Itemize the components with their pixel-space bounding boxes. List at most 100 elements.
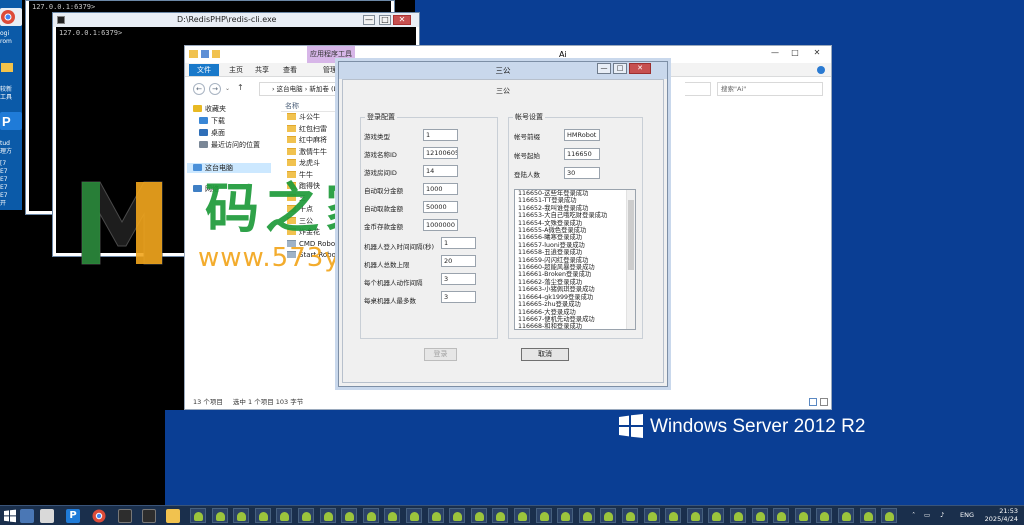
nav-recent[interactable]: 最近访问的位置 — [199, 140, 260, 150]
robot-app-taskbar-icon[interactable] — [514, 508, 530, 523]
log-line[interactable]: 116664-gk1999登录成功 — [515, 294, 635, 301]
robot-app-taskbar-icon[interactable] — [341, 508, 358, 523]
details-view-icon[interactable] — [809, 398, 817, 406]
up-arrow-icon[interactable]: ↑ — [237, 83, 244, 92]
robot-app-taskbar-icon[interactable] — [816, 508, 833, 523]
robot-app-taskbar-icon[interactable] — [254, 508, 271, 523]
nav-desktop[interactable]: 桌面 — [199, 128, 225, 138]
tab-file[interactable]: 文件 — [189, 64, 219, 76]
robot-app-taskbar-icon[interactable] — [686, 508, 703, 523]
back-arrow-icon[interactable]: ← — [193, 83, 205, 95]
robot-app-taskbar-icon[interactable] — [859, 508, 876, 523]
nav-favorites[interactable]: 收藏夹 — [193, 104, 226, 114]
search-input[interactable]: 搜索"Ai" — [717, 82, 823, 96]
robot-app-taskbar-icon[interactable] — [643, 508, 660, 523]
address-refresh[interactable] — [685, 82, 711, 96]
nav-this-pc[interactable]: 这台电脑 — [187, 163, 271, 173]
robot-app-taskbar-icon[interactable] — [773, 508, 790, 523]
quick-access-icon[interactable] — [201, 50, 209, 58]
cmd-taskbar-icon[interactable] — [142, 509, 156, 523]
robot-app-taskbar-icon[interactable] — [233, 508, 250, 523]
robot-app-taskbar-icon[interactable] — [384, 508, 401, 523]
log-line[interactable]: 116658-丑逍登录成功 — [515, 249, 635, 256]
robot-app-taskbar-icon[interactable] — [276, 508, 293, 523]
cancel-button[interactable]: 取消 — [521, 348, 569, 361]
log-scrollbar[interactable] — [626, 190, 635, 329]
robot-app-taskbar-icon[interactable] — [665, 508, 682, 523]
p-app-icon[interactable]: P — [66, 509, 80, 523]
log-line[interactable]: 116654-文殊登录成功 — [515, 220, 635, 227]
account-start-input[interactable]: 116650 — [564, 148, 600, 160]
tray-chevron-icon[interactable]: ˄ — [912, 511, 915, 519]
close-button[interactable]: ✕ — [629, 63, 651, 74]
robot-app-taskbar-icon[interactable] — [751, 508, 768, 523]
game-type-input[interactable]: 1 — [423, 129, 458, 141]
chrome-icon[interactable] — [0, 8, 22, 26]
robot-app-taskbar-icon[interactable] — [298, 508, 314, 523]
robot-app-taskbar-icon[interactable] — [362, 508, 379, 523]
gold-deposit-input[interactable]: 1000000 — [423, 219, 458, 231]
maximize-button[interactable]: □ — [613, 63, 627, 74]
scrollbar-thumb[interactable] — [628, 200, 634, 270]
robot-app-taskbar-icon[interactable] — [557, 508, 574, 523]
tab-manage[interactable]: 管理 — [323, 64, 337, 76]
robot-app-taskbar-icon[interactable] — [190, 508, 206, 523]
address-path[interactable]: › 这台电脑 › 新加卷 (D:) — [259, 82, 343, 96]
log-line[interactable]: 116659-闪闪红登录成功 — [515, 257, 635, 264]
robot-app-taskbar-icon[interactable] — [600, 508, 617, 523]
robots-per-table-input[interactable]: 3 — [441, 291, 476, 303]
language-indicator[interactable]: ENG — [960, 511, 974, 519]
file-explorer-icon[interactable] — [166, 509, 180, 523]
auto-withdraw-score-input[interactable]: 1000 — [423, 183, 458, 195]
robot-app-taskbar-icon[interactable] — [319, 508, 336, 523]
log-line[interactable]: 116663-小猪佩琪登录成功 — [515, 286, 635, 293]
forward-arrow-icon[interactable]: → — [209, 83, 221, 95]
account-prefix-input[interactable]: HMRobot — [564, 129, 600, 141]
robot-app-taskbar-icon[interactable] — [730, 508, 746, 523]
log-line[interactable]: 116668-和和登录成功 — [515, 323, 635, 329]
game-name-id-input[interactable]: 12100605 — [423, 147, 458, 159]
tab-home[interactable]: 主页 — [229, 64, 243, 76]
close-button[interactable]: ✕ — [807, 46, 827, 60]
minimize-button[interactable]: — — [597, 63, 611, 74]
log-line[interactable]: 116651-TT登录成功 — [515, 197, 635, 204]
game-room-id-input[interactable]: 14 — [423, 165, 458, 177]
cmd-taskbar-icon[interactable] — [118, 509, 132, 523]
large-icons-view-icon[interactable] — [820, 398, 828, 406]
help-icon[interactable] — [817, 66, 825, 74]
robot-max-input[interactable]: 20 — [441, 255, 476, 267]
robot-app-taskbar-icon[interactable] — [578, 508, 595, 523]
robot-app-taskbar-icon[interactable] — [535, 508, 552, 523]
robot-app-taskbar-icon[interactable] — [492, 508, 509, 523]
close-button[interactable]: ✕ — [393, 15, 411, 25]
powershell-icon[interactable] — [40, 509, 54, 523]
robot-app-taskbar-icon[interactable] — [708, 508, 725, 523]
folder-icon[interactable] — [0, 58, 22, 76]
tab-share[interactable]: 共享 — [255, 64, 269, 76]
minimize-button[interactable]: — — [363, 15, 375, 25]
robot-app-taskbar-icon[interactable] — [794, 508, 811, 523]
redis-cli-titlebar[interactable]: D:\RedisPHP\redis-cli.exe — □ ✕ — [53, 13, 419, 27]
log-line[interactable]: 116656-曦寒登录成功 — [515, 234, 635, 241]
robot-app-taskbar-icon[interactable] — [838, 508, 854, 523]
server-manager-icon[interactable] — [20, 509, 34, 523]
action-interval-input[interactable]: 3 — [441, 273, 476, 285]
robot-app-taskbar-icon[interactable] — [622, 508, 638, 523]
login-interval-input[interactable]: 1 — [441, 237, 476, 249]
log-line[interactable]: 116661-Broken登录成功 — [515, 271, 635, 278]
log-line[interactable]: 116666-大登录成功 — [515, 309, 635, 316]
robot-app-taskbar-icon[interactable] — [470, 508, 487, 523]
maximize-button[interactable]: □ — [379, 15, 391, 25]
p-app-icon[interactable]: P — [0, 112, 22, 130]
robot-app-taskbar-icon[interactable] — [449, 508, 466, 523]
chevron-down-icon[interactable]: ⌄ — [225, 85, 230, 92]
log-line[interactable]: 116665-zhu登录成功 — [515, 301, 635, 308]
nav-downloads[interactable]: 下载 — [199, 116, 225, 126]
login-count-input[interactable]: 30 — [564, 167, 600, 179]
robot-app-taskbar-icon[interactable] — [427, 508, 444, 523]
chrome-icon[interactable] — [92, 509, 106, 523]
robot-app-taskbar-icon[interactable] — [406, 508, 422, 523]
minimize-button[interactable]: — — [765, 46, 785, 60]
dialog-titlebar[interactable]: 三公 — □ ✕ — [339, 62, 667, 79]
robot-dialog[interactable]: 三公 — □ ✕ 三公 登录配置 游戏类型 1 游戏名称ID 12100605 … — [338, 61, 668, 387]
